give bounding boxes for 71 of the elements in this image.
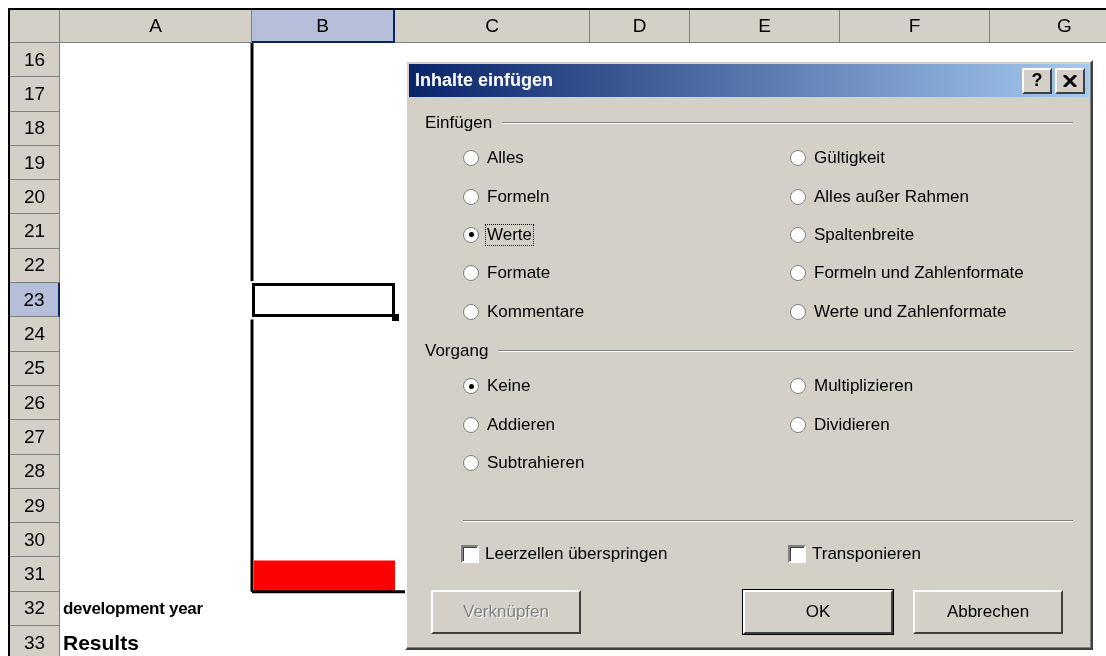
- radio-button[interactable]: [463, 150, 479, 167]
- select-all-button[interactable]: [10, 10, 60, 43]
- radio-button[interactable]: [463, 265, 479, 282]
- cell-text: Results: [63, 631, 139, 656]
- row-header[interactable]: 26: [10, 385, 60, 421]
- row-header[interactable]: 17: [10, 77, 60, 112]
- radio-button[interactable]: [463, 416, 479, 433]
- row-header[interactable]: 28: [10, 454, 60, 489]
- radio-button[interactable]: [463, 454, 479, 471]
- radio-button[interactable]: [463, 378, 479, 395]
- radio-button[interactable]: [463, 188, 479, 205]
- radio-label[interactable]: Addieren: [485, 413, 558, 436]
- radio-button[interactable]: [463, 226, 479, 243]
- row-header[interactable]: 33: [10, 626, 60, 656]
- column-header[interactable]: A: [60, 10, 252, 43]
- row-header[interactable]: 25: [10, 351, 60, 386]
- dialog-title: Inhalte einfügen: [415, 70, 554, 91]
- radio-label[interactable]: Alles: [485, 147, 526, 170]
- group-title: Vorgang: [425, 340, 489, 361]
- radio-label[interactable]: Formeln und Zahlenformate: [812, 262, 1026, 285]
- radio-label[interactable]: Formeln: [485, 185, 552, 208]
- checkbox[interactable]: [461, 545, 479, 564]
- radio-button[interactable]: [790, 226, 806, 243]
- row-header[interactable]: 29: [10, 488, 60, 524]
- radio-button[interactable]: [790, 416, 806, 433]
- row-header[interactable]: 20: [10, 180, 60, 215]
- radio-label[interactable]: Spaltenbreite: [812, 223, 917, 246]
- radio-label[interactable]: Kommentare: [485, 300, 587, 323]
- row-header[interactable]: 22: [10, 248, 60, 284]
- column-header[interactable]: F: [840, 10, 990, 43]
- row-header[interactable]: 19: [10, 145, 60, 181]
- radio-label[interactable]: Subtrahieren: [485, 451, 587, 474]
- radio-label[interactable]: Gültigkeit: [812, 147, 887, 170]
- radio-label[interactable]: Multiplizieren: [812, 375, 916, 398]
- row-header[interactable]: 32: [10, 591, 60, 627]
- cell-text: development year: [63, 598, 203, 619]
- radio-label[interactable]: Dividieren: [812, 413, 892, 436]
- radio-label[interactable]: Alles außer Rahmen: [812, 185, 971, 208]
- radio-button[interactable]: [463, 303, 479, 320]
- radio-button[interactable]: [790, 188, 806, 205]
- row-header[interactable]: 21: [10, 214, 60, 249]
- radio-label[interactable]: Werte und Zahlenformate: [812, 300, 1009, 323]
- dialog-button[interactable]: OK: [743, 590, 893, 635]
- close-icon: [1063, 74, 1077, 87]
- radio-button[interactable]: [790, 265, 806, 282]
- column-header[interactable]: G: [990, 10, 1106, 43]
- checkbox[interactable]: [788, 545, 806, 564]
- group-title: Einfügen: [425, 113, 493, 133]
- radio-button[interactable]: [790, 303, 806, 320]
- column-header[interactable]: D: [590, 10, 690, 43]
- row-header[interactable]: 24: [10, 317, 60, 352]
- radio-label[interactable]: Formate: [485, 262, 553, 285]
- column-header[interactable]: E: [690, 10, 840, 43]
- column-header[interactable]: C: [395, 10, 590, 43]
- radio-button[interactable]: [790, 150, 806, 167]
- row-header[interactable]: 18: [10, 111, 60, 146]
- row-header[interactable]: 16: [10, 43, 60, 78]
- close-button[interactable]: [1055, 67, 1085, 94]
- column-header[interactable]: B: [252, 10, 395, 43]
- help-button[interactable]: ?: [1022, 67, 1052, 94]
- radio-label[interactable]: Keine: [485, 375, 533, 398]
- row-header[interactable]: 30: [10, 523, 60, 558]
- row-header[interactable]: 23: [10, 283, 60, 318]
- checkbox-label[interactable]: Leerzellen überspringen: [485, 544, 668, 565]
- row-header[interactable]: 31: [10, 557, 60, 592]
- fill-handle[interactable]: [392, 314, 399, 322]
- row-header[interactable]: 27: [10, 420, 60, 455]
- checkbox-label[interactable]: Transponieren: [812, 544, 921, 565]
- radio-button[interactable]: [790, 378, 806, 395]
- radio-label[interactable]: Werte: [485, 223, 535, 246]
- dialog-button[interactable]: Abbrechen: [913, 590, 1063, 635]
